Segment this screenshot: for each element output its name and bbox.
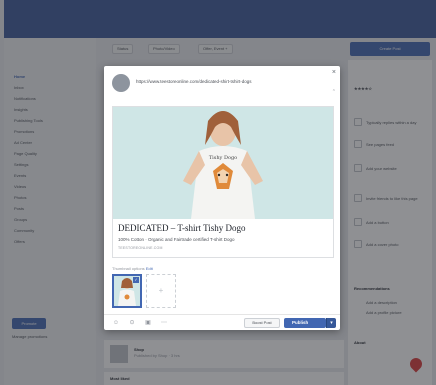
preview-image[interactable]: Tishy Dogo	[113, 107, 333, 219]
link-preview-card[interactable]: Tishy Dogo DEDICATED – T-shirt Tishy Dog…	[112, 106, 334, 258]
chevron-up-icon[interactable]: ⌃	[332, 89, 336, 95]
close-icon[interactable]: ×	[332, 69, 336, 76]
publish-options-chevron-icon[interactable]: ▾	[326, 318, 336, 328]
create-post-modal: × https://www.teestoreonline.com/dedicat…	[104, 66, 340, 330]
emoji-icon[interactable]: ☺	[112, 319, 120, 327]
modal-footer: ☺ ⊙ ▣ ⋯ Boost Post Publish ▾	[104, 314, 340, 330]
avatar	[112, 74, 130, 92]
thumbnail-label: Thumbnail options Edit	[112, 266, 153, 271]
preview-domain: TEESTOREONLINE.COM	[118, 246, 163, 250]
more-icon[interactable]: ⋯	[160, 319, 168, 327]
publish-button[interactable]: Publish	[284, 318, 326, 328]
composer-input[interactable]: https://www.teestoreonline.com/dedicated…	[136, 79, 252, 84]
boost-post-button[interactable]: Boost Post	[244, 318, 280, 328]
model-photo: Tishy Dogo	[113, 107, 333, 219]
preview-description[interactable]: 100% Cotton · Organic and Fairtrade cert…	[118, 237, 234, 242]
location-icon[interactable]: ⊙	[128, 319, 136, 327]
thumbnail-label-text: Thumbnail options	[112, 266, 145, 271]
camera-icon[interactable]: ▣	[144, 319, 152, 327]
add-thumbnail-button[interactable]: +	[146, 274, 176, 308]
thumbnail-option-selected[interactable]: ✓	[112, 274, 142, 308]
thumbnail-edit-link[interactable]: Edit	[146, 266, 153, 271]
check-icon: ✓	[133, 277, 139, 283]
preview-title[interactable]: DEDICATED – T-shirt Tishy Dogo	[118, 223, 246, 233]
svg-text:Tishy Dogo: Tishy Dogo	[209, 155, 237, 161]
